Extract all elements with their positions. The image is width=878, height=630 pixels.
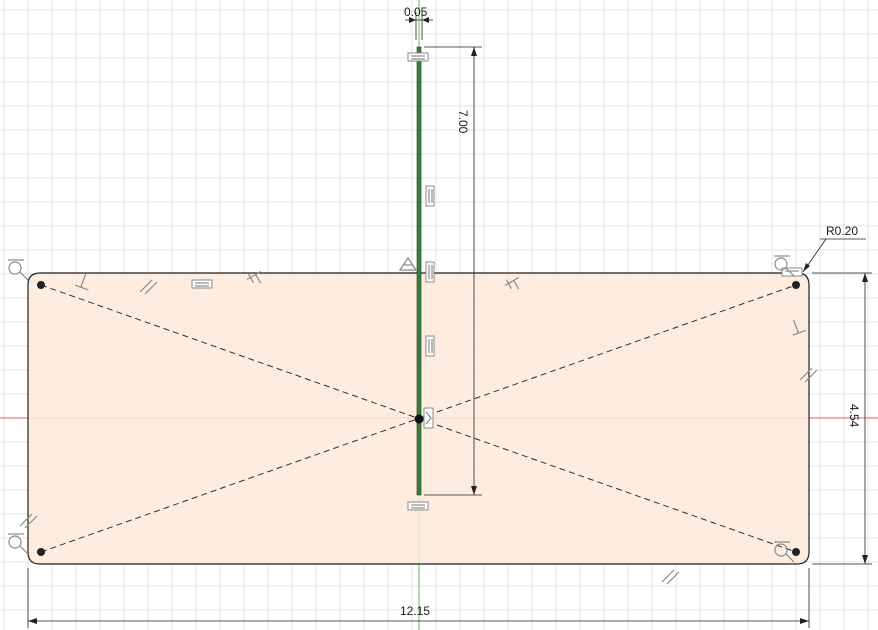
vertical-icon[interactable] [425,335,435,357]
vertical-icon[interactable] [425,261,435,283]
dimension-corner-radius-label: R0.20 [826,224,858,238]
vertical-icon[interactable] [425,185,435,207]
sketch-canvas[interactable]: 0.05 7.00 4.54 12.15 R0.20 [0,0,878,630]
tangent-icon[interactable] [8,533,29,555]
horizontal-icon[interactable] [407,52,429,62]
dimension-plate-width-label: 12.15 [400,604,430,618]
dimension-corner-radius[interactable]: R0.20 [802,224,866,273]
fix-icon[interactable] [398,256,418,271]
dimension-slot-length-label: 7.00 [456,110,470,134]
horizontal-icon[interactable] [191,279,213,289]
center-slot[interactable] [416,46,422,496]
corner-point-top-right[interactable] [792,281,800,289]
horizontal-icon[interactable] [407,501,429,511]
dimension-plate-height-label: 4.54 [847,404,861,428]
midpoint-icon[interactable] [423,407,434,429]
dimension-slot-width-label: 0.05 [404,5,428,19]
corner-point-bottom-right[interactable] [792,548,800,556]
center-point[interactable] [414,414,424,424]
corner-point-top-left[interactable] [37,281,45,289]
tangent-icon[interactable] [8,259,29,281]
corner-point-bottom-left[interactable] [37,548,45,556]
